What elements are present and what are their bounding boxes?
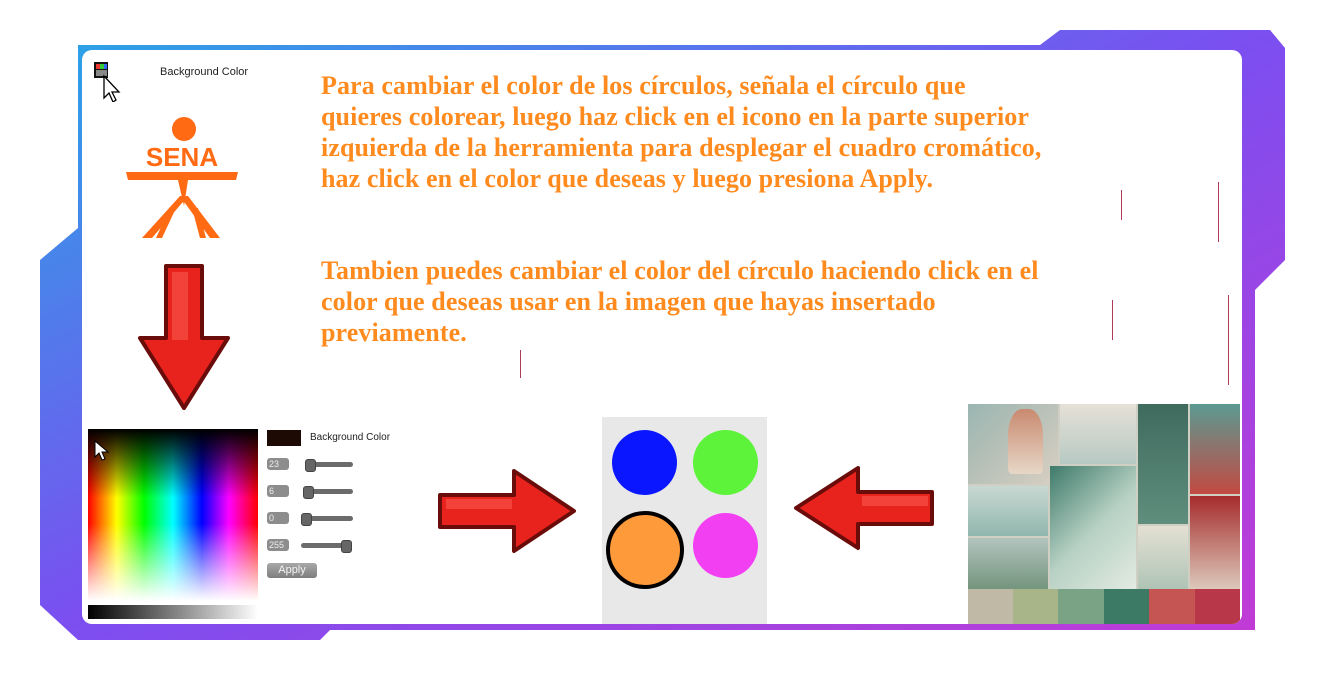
color-swatch xyxy=(267,430,301,446)
palette-swatch xyxy=(1013,589,1058,624)
slider-knob[interactable] xyxy=(305,459,316,472)
instruction-line: Tambien puedes cambiar el color del círc… xyxy=(321,256,1039,285)
instruction-line: Para cambiar el color de los círculos, s… xyxy=(321,71,966,100)
slider-value: 23 xyxy=(267,458,289,470)
palette-swatch xyxy=(1104,589,1149,624)
divider-line xyxy=(1228,295,1229,385)
moodboard-tile xyxy=(1190,404,1240,494)
slider-value: 6 xyxy=(267,485,289,497)
palette-swatch xyxy=(968,589,1013,624)
palette-swatch xyxy=(1149,589,1195,624)
moodboard-tile xyxy=(968,538,1048,596)
divider-line xyxy=(1112,300,1113,340)
circles-canvas xyxy=(602,417,767,624)
slider-knob[interactable] xyxy=(341,540,352,553)
arrow-right xyxy=(434,465,580,557)
slider-knob[interactable] xyxy=(303,486,314,499)
instruction-line: haz click en el color que deseas y luego… xyxy=(321,164,934,193)
moodboard-image[interactable] xyxy=(968,404,1240,624)
moodboard-tile xyxy=(1190,496,1240,596)
instruction-line: quieres colorear, luego haz click en el … xyxy=(321,102,1030,131)
slider-knob[interactable] xyxy=(301,513,312,526)
slider-value: 0 xyxy=(267,512,289,524)
instruction-line: izquierda de la herramienta para despleg… xyxy=(321,133,1042,162)
circle-magenta[interactable] xyxy=(693,513,758,578)
moodboard-tile xyxy=(1138,526,1188,596)
circle-green[interactable] xyxy=(693,430,758,495)
apply-button[interactable]: Apply xyxy=(267,563,317,578)
top-background-color-label: Background Color xyxy=(160,66,249,78)
background-color-label: Background Color xyxy=(310,432,391,443)
instructions-paragraph-2: Tambien puedes cambiar el color del círc… xyxy=(321,255,1242,348)
instruction-line: previamente. xyxy=(321,318,467,347)
brightness-gradient-bar[interactable] xyxy=(88,605,258,619)
cursor-pointer-icon xyxy=(94,439,110,462)
divider-line xyxy=(520,350,521,378)
color-spectrum-picker[interactable] xyxy=(88,429,258,601)
moodboard-tile xyxy=(1050,466,1136,596)
moodboard-tile xyxy=(1138,404,1188,524)
circle-orange-selected[interactable] xyxy=(606,511,684,589)
circle-blue[interactable] xyxy=(612,430,677,495)
arrow-down xyxy=(136,260,232,412)
moodboard-tile xyxy=(1060,404,1136,464)
palette-swatch xyxy=(1058,589,1104,624)
sena-logo-text: SENA xyxy=(146,142,218,172)
palette-swatch xyxy=(1195,589,1240,624)
instructions-paragraph-1: Para cambiar el color de los círculos, s… xyxy=(321,70,1242,194)
divider-line xyxy=(1121,190,1122,220)
moodboard-tile xyxy=(968,486,1048,536)
slider-value: 255 xyxy=(267,539,289,551)
sena-logo: SENA xyxy=(122,116,242,246)
divider-line xyxy=(1218,182,1219,242)
moodboard-tile xyxy=(1008,409,1043,474)
tutorial-panel: Background Color SENA Para cambiar el co… xyxy=(82,50,1242,624)
instruction-line: color que deseas usar en la imagen que h… xyxy=(321,287,936,316)
color-palette-icon[interactable] xyxy=(94,62,121,102)
arrow-left xyxy=(790,462,938,554)
